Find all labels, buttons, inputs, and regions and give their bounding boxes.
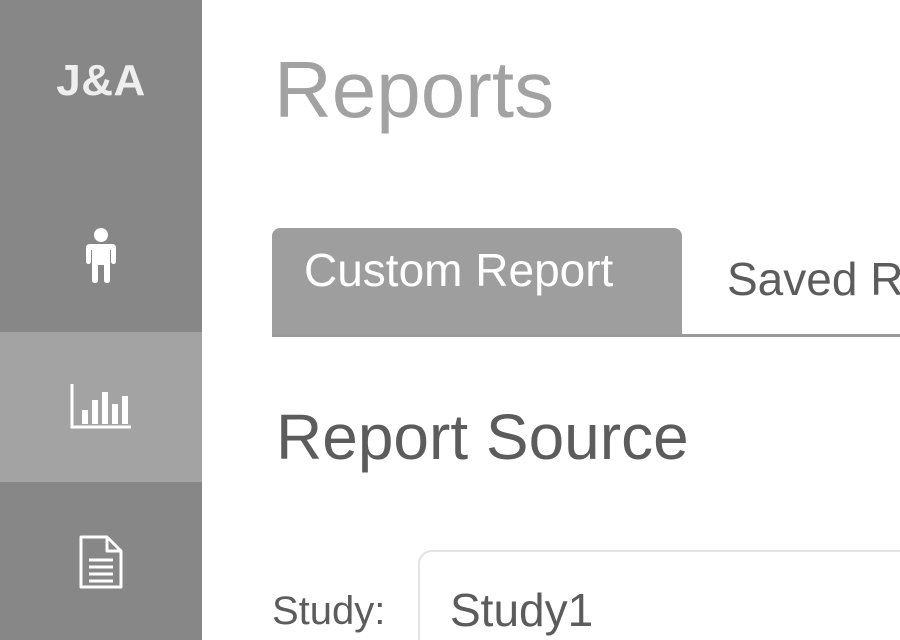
sidebar-item-users[interactable] xyxy=(0,180,202,330)
section-title: Report Source xyxy=(276,401,689,473)
main-content: Reports Custom Report Saved R Report Sou… xyxy=(202,0,900,640)
logo-text: J&A xyxy=(56,56,146,105)
page-title: Reports xyxy=(274,45,555,134)
study-value: Study1 xyxy=(450,584,594,636)
report-tabs: Custom Report Saved R xyxy=(272,228,900,338)
sidebar-item-reports[interactable] xyxy=(0,332,202,482)
app-window: J&A Reports Custom Report Saved R Report… xyxy=(0,0,900,640)
study-label: Study: xyxy=(272,589,386,633)
bar-chart-icon xyxy=(70,384,131,429)
tab-custom-report[interactable]: Custom Report xyxy=(272,228,682,334)
person-icon xyxy=(86,228,116,283)
document-icon xyxy=(79,535,123,589)
tabs-divider xyxy=(272,334,900,337)
tab-saved-reports[interactable]: Saved R xyxy=(727,228,900,334)
logo[interactable]: J&A xyxy=(0,0,202,170)
sidebar: J&A xyxy=(0,0,202,640)
study-select[interactable]: Study1 xyxy=(418,550,900,640)
sidebar-item-documents[interactable] xyxy=(0,484,202,640)
